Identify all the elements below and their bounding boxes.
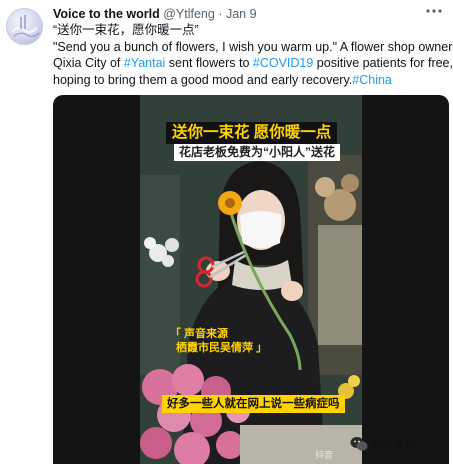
tweet-text-line-1: “送你一束花，愿你暖一点” [53,23,199,37]
wechat-icon [350,437,368,451]
avatar[interactable] [6,8,43,45]
tweet-text: “送你一束花，愿你暖一点” "Send you a bunch of flowe… [53,22,453,89]
tweet-timestamp[interactable]: Jan 9 [226,7,257,21]
user-handle[interactable]: @Ytlfeng [163,7,215,21]
display-name[interactable]: Voice to the world [53,7,160,21]
watermark-label: 烟台发布 [370,439,416,451]
tweet-header: Voice to the world @Ytlfeng · Jan 9 [53,6,257,22]
tweet-card[interactable]: Voice to the world @Ytlfeng · Jan 9 “送你一… [0,0,453,464]
video-caption-sub: 花店老板免费为“小阳人”送花 [174,144,341,161]
voice-source-label: 「 声音来源 [170,328,229,340]
text-segment: hoping to bring them a good mood and ear… [53,72,353,87]
hashtag-china[interactable]: #China [352,73,392,87]
text-segment: sent flowers to [165,56,253,70]
tweet-text-line-3: Qixia City of #Yantai sent flowers to #C… [53,55,453,72]
tweet-text-line-4: hoping to bring them a good mood and ear… [53,72,445,89]
more-horizontal-icon[interactable] [425,5,443,17]
hashtag-yantai[interactable]: #Yantai [124,56,165,70]
voice-source-name: 栖霞市民吴倩萍 」 [176,342,268,354]
hashtag-covid19[interactable]: #COVID19 [253,56,313,70]
video-player[interactable]: 送你一束花 愿你暖一点 花店老板免费为“小阳人”送花 「 声音来源 栖霞市民吴倩… [53,95,449,464]
tweet-text-line-2: "Send you a bunch of flowers, I wish you… [53,39,453,54]
separator-dot: · [218,7,223,21]
text-segment: Qixia City of [53,56,124,70]
video-caption-main: 送你一束花 愿你暖一点 [166,122,338,144]
app-watermark: 抖音 [315,450,334,460]
video-subtitle: 好多一些人就在网上说一些病症吗 [162,395,345,413]
video-frame[interactable]: 送你一束花 愿你暖一点 花店老板免费为“小阳人”送花 「 声音来源 栖霞市民吴倩… [140,95,362,464]
text-segment: positive patients for free, [313,56,453,70]
avatar-art [6,8,43,45]
